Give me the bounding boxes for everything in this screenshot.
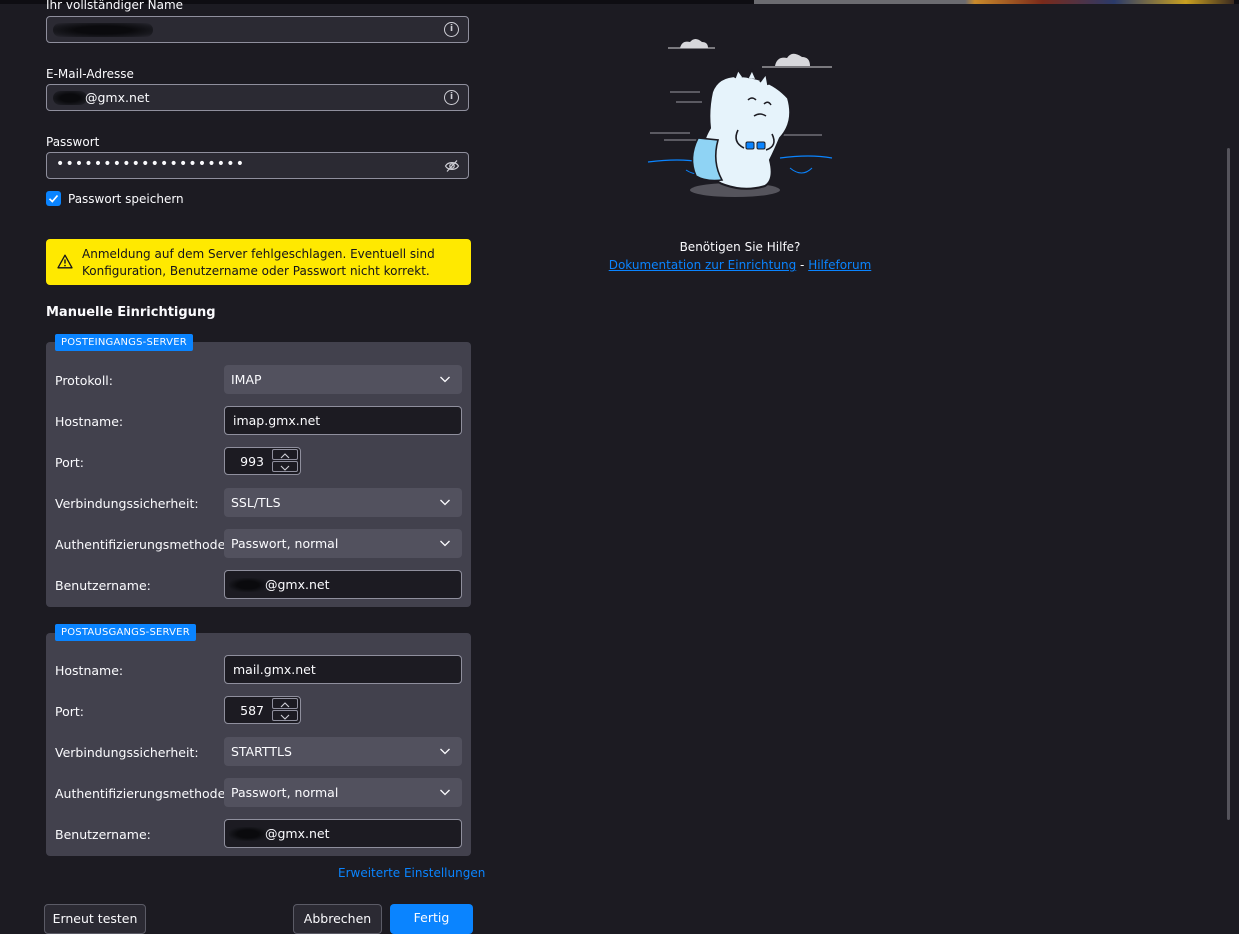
scrollbar[interactable] [1227,148,1230,820]
help-separator: - [800,258,805,272]
decrement-button[interactable] [272,710,298,721]
outgoing-security-select[interactable]: STARTTLS [224,737,462,766]
redacted-username [229,827,267,841]
cancel-button[interactable]: Abbrechen [293,904,382,934]
protocol-value: IMAP [231,372,262,387]
incoming-security-value: SSL/TLS [231,495,281,510]
redacted-username [229,578,267,592]
decrement-button[interactable] [272,461,298,472]
done-button[interactable]: Fertig [390,904,473,934]
chevron-down-icon [440,748,450,755]
password-value: •••••••••••••••••••• [56,156,246,172]
increment-button[interactable] [272,449,298,460]
name-field[interactable]: i [46,16,469,43]
top-strip [0,0,1239,4]
chevron-down-icon [440,540,450,547]
chevron-down-icon [440,499,450,506]
protocol-select[interactable]: IMAP [224,365,462,394]
info-icon[interactable]: i [444,90,459,105]
increment-button[interactable] [272,698,298,709]
chevron-up-icon [280,702,290,708]
incoming-auth-label: Authentifizierungsmethode: [55,537,230,552]
outgoing-hostname-label: Hostname: [55,663,124,678]
incoming-port-label: Port: [55,455,84,470]
info-icon[interactable]: i [444,22,459,37]
advanced-settings-link[interactable]: Erweiterte Einstellungen [338,866,485,880]
incoming-hostname-input[interactable]: imap.gmx.net [224,406,462,435]
dinosaur-illustration [647,39,833,197]
protocol-label: Protokoll: [55,373,113,388]
password-field[interactable]: •••••••••••••••••••• [46,152,469,179]
incoming-auth-select[interactable]: Passwort, normal [224,529,462,558]
warning-line-2: Konfiguration, Benutzername oder Passwor… [82,264,430,278]
incoming-username-input[interactable]: @gmx.net [224,570,462,599]
outgoing-security-value: STARTTLS [231,744,292,759]
outgoing-port-value: 587 [240,703,264,718]
outgoing-port-label: Port: [55,704,84,719]
incoming-security-label: Verbindungssicherheit: [55,496,199,511]
incoming-hostname-label: Hostname: [55,414,124,429]
incoming-server-badge: POSTEINGANGS-SERVER [55,334,193,351]
warning-icon [57,254,73,269]
outgoing-port-stepper[interactable]: 587 [224,696,301,724]
background-image-strip [754,0,1234,4]
password-label: Passwort [46,135,100,149]
name-label: Ihr vollständiger Name [46,0,184,12]
help-question: Benötigen Sie Hilfe? [679,240,801,254]
redacted-name [53,23,153,37]
incoming-port-stepper[interactable]: 993 [224,447,301,475]
outgoing-username-value: @gmx.net [265,826,330,841]
outgoing-username-input[interactable]: @gmx.net [224,819,462,848]
chevron-down-icon [440,789,450,796]
outgoing-hostname-input[interactable]: mail.gmx.net [224,655,462,684]
outgoing-auth-label: Authentifizierungsmethode: [55,786,230,801]
docs-link[interactable]: Dokumentation zur Einrichtung [609,258,796,272]
incoming-auth-value: Passwort, normal [231,536,339,551]
chevron-down-icon [440,376,450,383]
redacted-email-user [53,91,87,105]
incoming-port-value: 993 [240,454,264,469]
chevron-down-icon [280,465,290,471]
forum-link[interactable]: Hilfeforum [808,258,871,272]
manual-setup-title: Manuelle Einrichtigung [46,305,216,320]
chevron-down-icon [280,714,290,720]
checkmark-icon [48,194,59,203]
remember-password-checkbox[interactable] [46,191,61,206]
incoming-hostname-value: imap.gmx.net [233,413,321,428]
chevron-up-icon [280,453,290,459]
outgoing-auth-select[interactable]: Passwort, normal [224,778,462,807]
incoming-username-value: @gmx.net [265,577,330,592]
email-field[interactable]: @gmx.net i [46,84,469,111]
incoming-security-select[interactable]: SSL/TLS [224,488,462,517]
email-value: @gmx.net [85,90,150,105]
outgoing-server-badge: POSTAUSGANGS-SERVER [55,624,196,641]
help-links: Dokumentation zur Einrichtung - Hilfefor… [600,258,880,272]
eye-slash-icon[interactable] [444,158,460,174]
remember-password-label[interactable]: Passwort speichern [68,192,184,206]
incoming-username-label: Benutzername: [55,578,151,593]
login-failed-warning: Anmeldung auf dem Server fehlgeschlagen.… [46,239,471,285]
outgoing-hostname-value: mail.gmx.net [233,662,316,677]
warning-line-1: Anmeldung auf dem Server fehlgeschlagen.… [82,247,435,261]
outgoing-security-label: Verbindungssicherheit: [55,745,199,760]
retest-button[interactable]: Erneut testen [44,904,146,934]
email-label: E-Mail-Adresse [46,67,134,81]
outgoing-username-label: Benutzername: [55,827,151,842]
outgoing-auth-value: Passwort, normal [231,785,339,800]
